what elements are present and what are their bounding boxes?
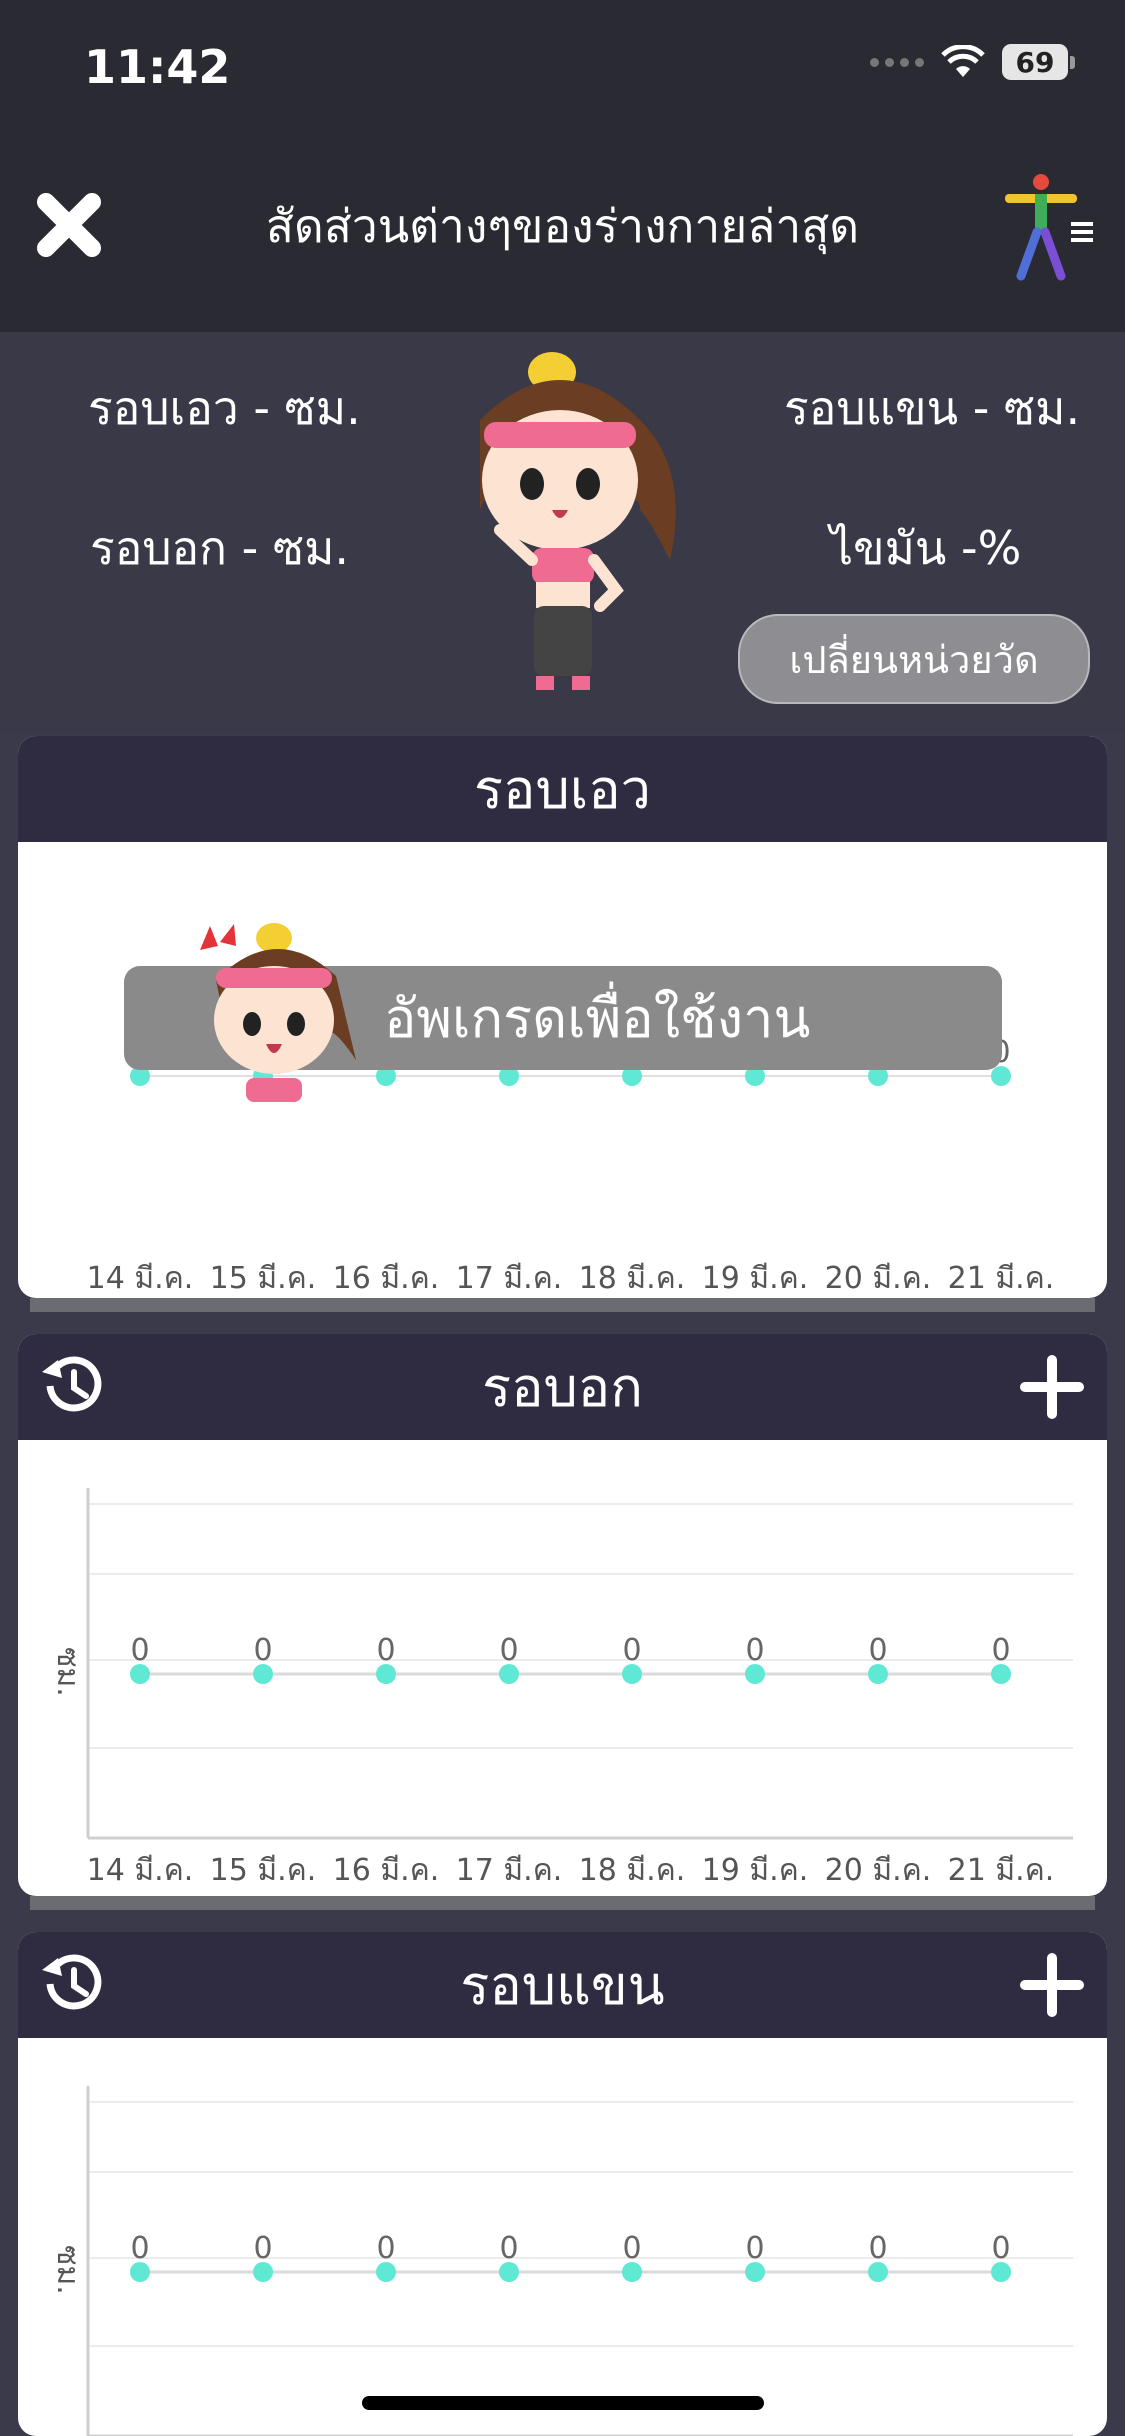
body-measure-icon[interactable] <box>999 172 1099 282</box>
add-icon[interactable] <box>1019 1354 1085 1420</box>
x-tick-label: 18 มี.ค. <box>579 1261 686 1296</box>
y-axis-label: ซม. <box>50 2245 85 2295</box>
arm-chart: ซม. 0 0 0 0 0 0 0 0 <box>50 2086 1073 2436</box>
cellular-signal-icon <box>870 57 924 67</box>
data-label: 0 <box>376 2231 395 2266</box>
battery-tip <box>1070 55 1075 69</box>
chart-card-header: รอบแขน <box>18 1932 1107 2038</box>
summary-waist: รอบเอว - ซม. <box>88 381 361 435</box>
y-axis-label: ซม. <box>50 1647 85 1697</box>
chart-card-header: รอบเอว <box>18 736 1107 842</box>
x-tick-label: 21 มี.ค. <box>948 1261 1055 1296</box>
page-title: สัดส่วนต่างๆของร่างกายล่าสุด <box>265 199 860 253</box>
chart-card-chest: รอบอก ซม. 0 14 มี.ค. 0 15 มี.ค. 0 16 มี.ค. 0 17 … <box>18 1334 1107 1896</box>
x-tick-label: 15 มี.ค. <box>210 1261 317 1296</box>
change-unit-button[interactable]: เปลี่ยนหน่วยวัด <box>738 614 1090 704</box>
data-label: 0 <box>745 1633 764 1668</box>
x-tick-label: 19 มี.ค. <box>702 1853 809 1888</box>
wifi-icon <box>941 45 985 77</box>
chart-card-arm: รอบแขน ซม. 0 0 0 0 0 0 0 0 <box>18 1932 1107 2436</box>
x-tick-label: 19 มี.ค. <box>702 1261 809 1296</box>
data-label: 0 <box>253 1633 272 1668</box>
chest-chart: ซม. 0 14 มี.ค. 0 15 มี.ค. 0 16 มี.ค. 0 17 มี.ค. 0… <box>50 1488 1073 1888</box>
data-label: 0 <box>868 2231 887 2266</box>
data-label: 0 <box>991 2231 1010 2266</box>
data-label: 0 <box>622 1633 641 1668</box>
x-tick-label: 14 มี.ค. <box>87 1853 194 1888</box>
data-label: 0 <box>130 1633 149 1668</box>
summary-chest: รอบอก - ซม. <box>90 521 350 575</box>
data-label: 0 <box>130 2231 149 2266</box>
data-label: 0 <box>745 2231 764 2266</box>
x-tick-label: 21 มี.ค. <box>948 1853 1055 1888</box>
x-tick-label: 20 มี.ค. <box>825 1853 932 1888</box>
chart-card-title: รอบเอว <box>474 758 651 821</box>
data-label: 0 <box>868 1633 887 1668</box>
card-shadow <box>30 1896 1095 1910</box>
x-tick-label: 16 มี.ค. <box>333 1261 440 1296</box>
data-label: 0 <box>499 2231 518 2266</box>
x-tick-label: 17 มี.ค. <box>456 1853 563 1888</box>
add-icon[interactable] <box>1019 1952 1085 2018</box>
data-label: 0 <box>499 1633 518 1668</box>
status-time: 11:42 <box>84 40 231 94</box>
x-tick-label: 18 มี.ค. <box>579 1853 686 1888</box>
data-label: 0 <box>253 2231 272 2266</box>
battery-indicator: 69 <box>1002 44 1068 80</box>
summary-fat: ไขมัน -% <box>830 521 1022 575</box>
data-label: 0 <box>376 1633 395 1668</box>
x-tick-label: 20 มี.ค. <box>825 1261 932 1296</box>
x-tick-label: 15 มี.ค. <box>210 1853 317 1888</box>
chart-card-header: รอบอก <box>18 1334 1107 1440</box>
home-indicator[interactable] <box>362 2396 764 2410</box>
history-icon[interactable] <box>36 1350 106 1420</box>
x-tick-label: 14 มี.ค. <box>87 1261 194 1296</box>
upgrade-label: อัพเกรดเพื่อใช้งาน <box>384 987 811 1050</box>
x-tick-label: 17 มี.ค. <box>456 1261 563 1296</box>
mascot-illustration <box>480 352 676 690</box>
data-label: 0 <box>622 2231 641 2266</box>
card-shadow <box>30 1298 1095 1312</box>
waist-chart: 014 มี.ค.015 มี.ค.016 มี.ค.017 มี.ค.018 … <box>87 1035 1055 1296</box>
chart-card-title: รอบอก <box>482 1356 643 1419</box>
summary-arm: รอบแขน - ซม. <box>784 381 1081 435</box>
chart-card-title: รอบแขน <box>460 1954 665 2017</box>
status-icons: 69 <box>870 44 1075 80</box>
x-tick-label: 16 มี.ค. <box>333 1853 440 1888</box>
data-label: 0 <box>991 1633 1010 1668</box>
history-icon[interactable] <box>36 1948 106 2018</box>
mascot-small-illustration <box>200 923 356 1102</box>
